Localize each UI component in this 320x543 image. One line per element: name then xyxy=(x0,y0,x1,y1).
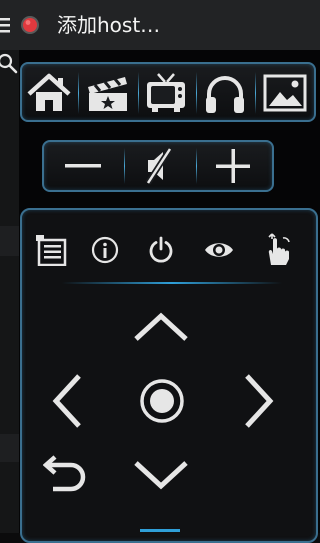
separator xyxy=(196,72,197,114)
movies-button[interactable] xyxy=(82,68,134,118)
power-button[interactable] xyxy=(138,228,184,272)
page-title[interactable]: 添加host… xyxy=(57,11,160,39)
drawer-row xyxy=(0,434,19,462)
list-menu-icon xyxy=(33,234,67,266)
touch-gesture-icon xyxy=(263,231,293,267)
down-button[interactable] xyxy=(126,450,196,500)
power-icon xyxy=(147,236,175,264)
volume-panel xyxy=(42,140,274,192)
side-drawer-edge[interactable] xyxy=(0,50,19,533)
separator xyxy=(255,72,256,114)
back-button[interactable] xyxy=(36,448,96,498)
divider-glow xyxy=(62,282,282,284)
movies-clapper-icon xyxy=(85,73,131,113)
chevron-up-icon xyxy=(133,312,189,342)
home-button[interactable] xyxy=(24,68,74,118)
plus-icon xyxy=(216,149,250,183)
back-arrow-icon xyxy=(43,453,89,493)
music-button[interactable] xyxy=(198,68,252,118)
remote-control-panel xyxy=(20,208,318,543)
up-button[interactable] xyxy=(126,302,196,352)
menu-button[interactable] xyxy=(24,228,76,272)
connection-status-icon xyxy=(20,15,40,35)
chevron-down-icon xyxy=(133,460,189,490)
drawer-row xyxy=(0,226,19,256)
volume-up-button[interactable] xyxy=(198,144,268,188)
right-button[interactable] xyxy=(234,370,284,432)
chevron-right-icon xyxy=(244,373,274,429)
drawer-menu-icon[interactable] xyxy=(0,13,12,37)
app-bar: 添加host… xyxy=(0,0,320,50)
left-button[interactable] xyxy=(42,370,92,432)
separator xyxy=(138,72,139,114)
mute-icon xyxy=(142,146,176,186)
tv-icon xyxy=(144,72,188,114)
mute-button[interactable] xyxy=(126,144,192,188)
gesture-button[interactable] xyxy=(254,226,302,272)
separator xyxy=(196,148,197,184)
search-icon[interactable] xyxy=(0,53,18,75)
separator xyxy=(124,148,125,184)
eye-icon xyxy=(203,239,235,261)
view-button[interactable] xyxy=(196,228,242,272)
select-circle-icon xyxy=(139,378,185,424)
select-button[interactable] xyxy=(134,373,190,429)
headphones-icon xyxy=(203,72,247,114)
tv-button[interactable] xyxy=(140,68,192,118)
separator xyxy=(78,72,79,114)
info-button[interactable] xyxy=(82,228,128,272)
pictures-button[interactable] xyxy=(257,68,313,118)
media-nav-panel xyxy=(20,62,316,122)
volume-down-button[interactable] xyxy=(48,144,118,188)
info-icon xyxy=(91,236,119,264)
home-icon xyxy=(26,73,72,113)
picture-icon xyxy=(262,73,308,113)
minus-icon xyxy=(65,163,101,169)
chevron-left-icon xyxy=(52,373,82,429)
page-indicator xyxy=(140,529,180,532)
